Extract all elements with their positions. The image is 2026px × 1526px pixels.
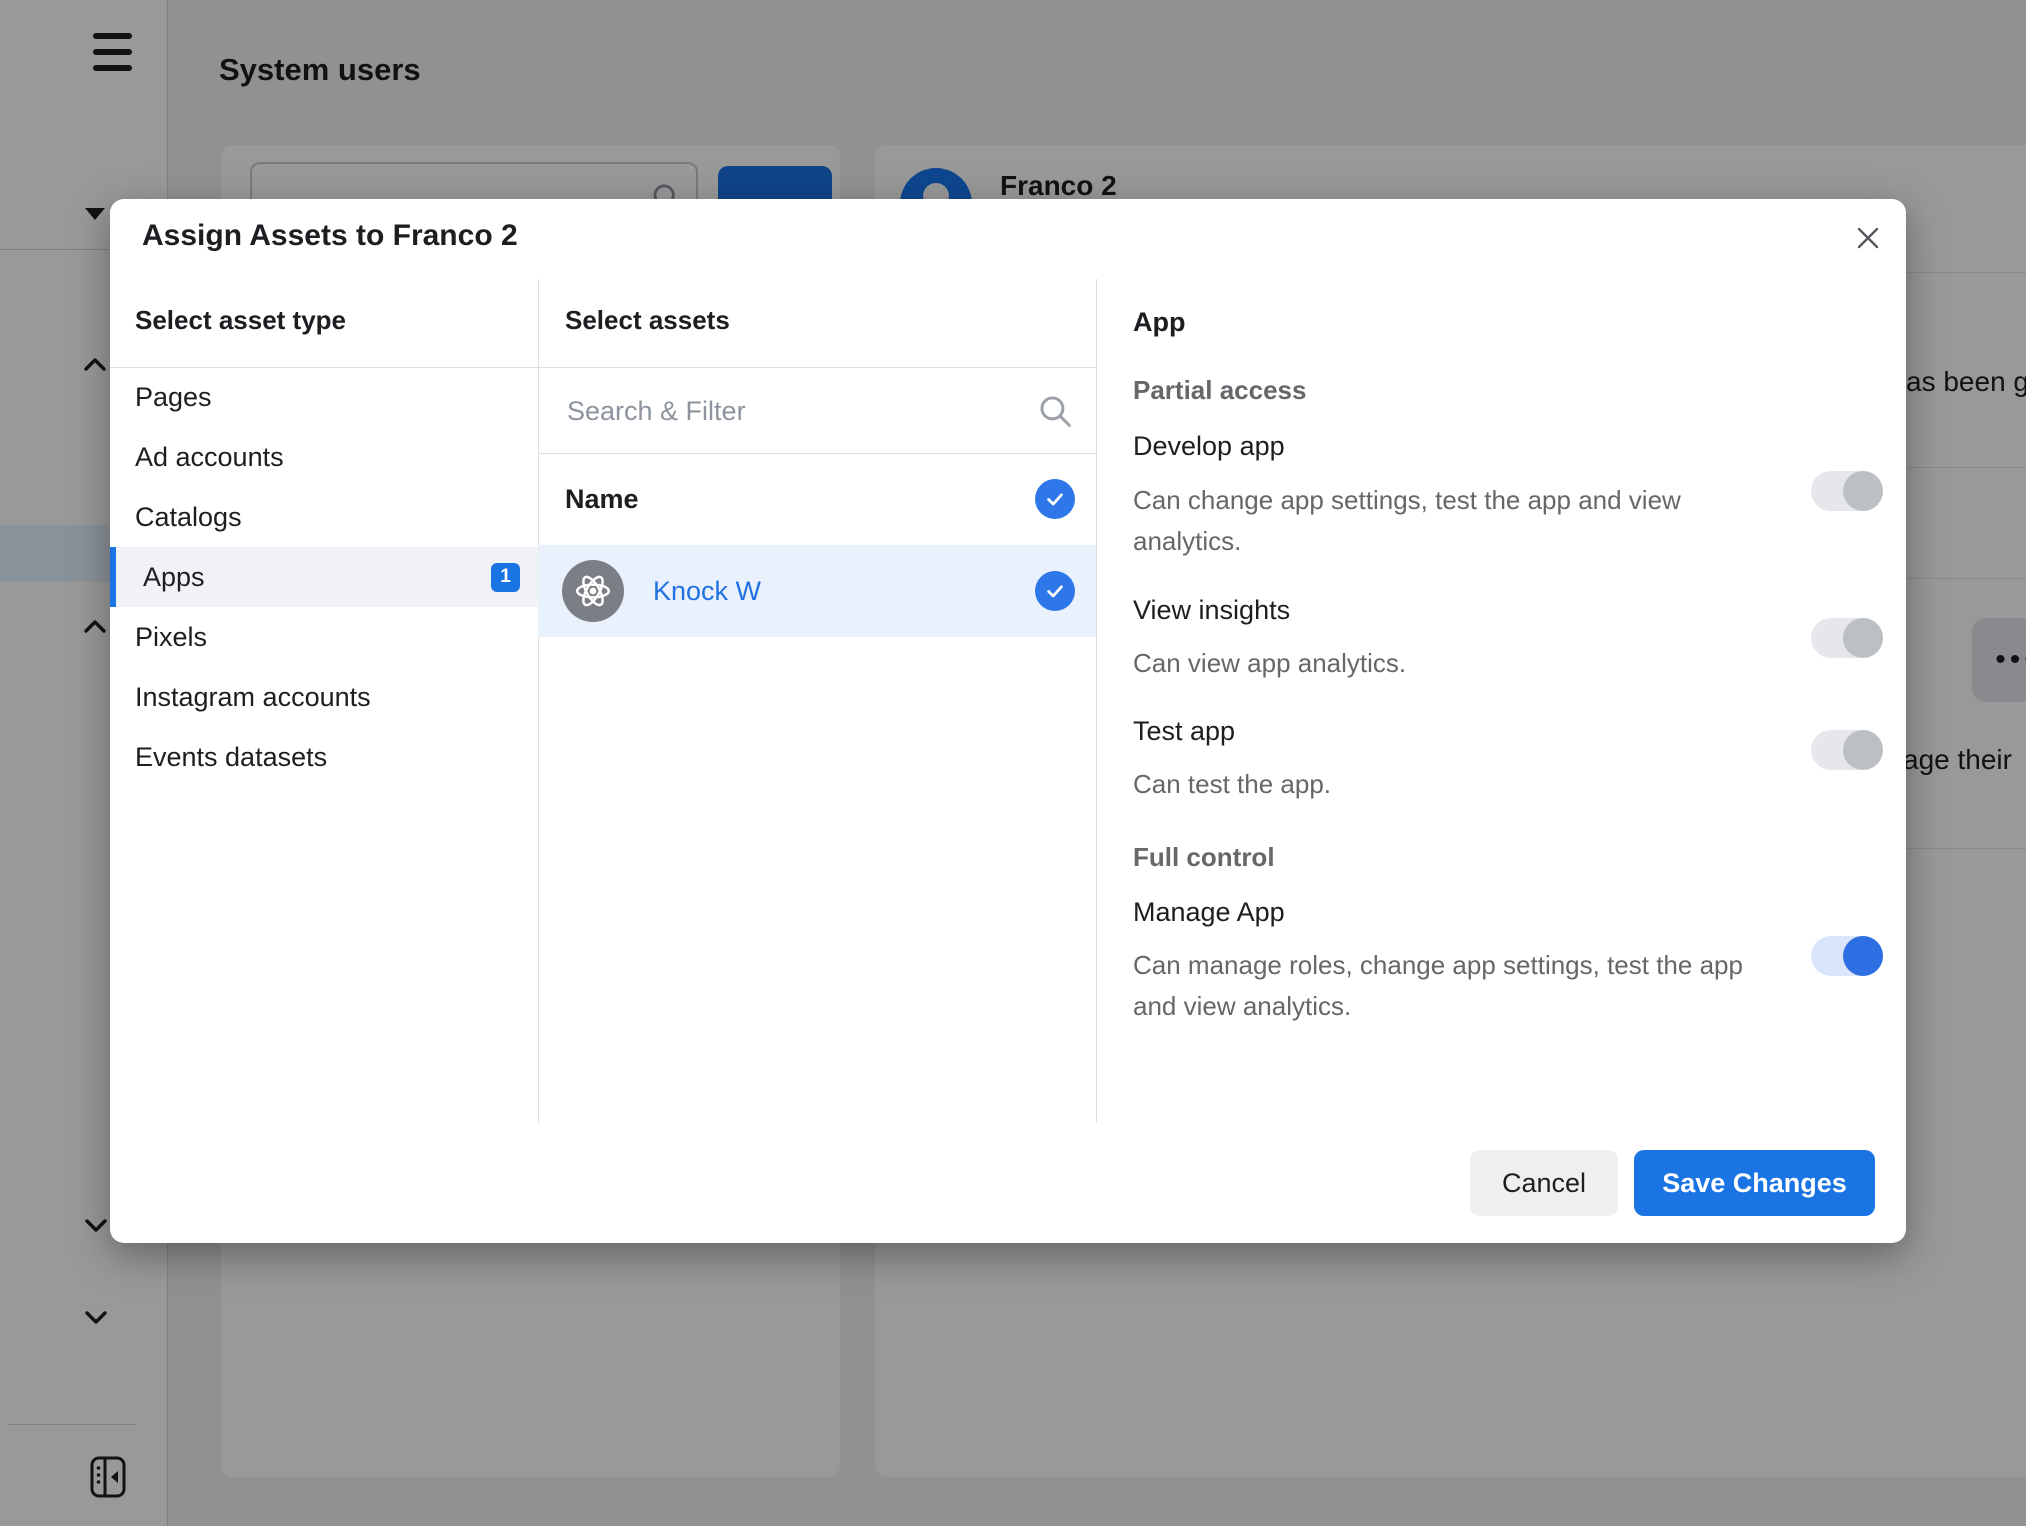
asset-type-apps[interactable]: Apps 1 xyxy=(110,547,538,607)
search-icon xyxy=(1037,393,1074,430)
asset-type-label: Apps xyxy=(143,562,205,593)
save-changes-button[interactable]: Save Changes xyxy=(1634,1150,1875,1216)
asset-row-knock-w[interactable]: Knock W xyxy=(538,545,1096,637)
view-insights-toggle[interactable] xyxy=(1811,618,1883,658)
asset-type-label: Events datasets xyxy=(135,742,327,773)
save-changes-button-label: Save Changes xyxy=(1662,1168,1847,1199)
asset-type-pages[interactable]: Pages xyxy=(110,367,538,427)
permission-description: Can change app settings, test the app an… xyxy=(1133,480,1773,562)
asset-type-label: Instagram accounts xyxy=(135,682,371,713)
permission-label-develop-app: Develop app xyxy=(1133,431,1285,462)
cancel-button-label: Cancel xyxy=(1502,1168,1586,1199)
asset-type-events-datasets[interactable]: Events datasets xyxy=(110,727,538,787)
asset-type-label: Pixels xyxy=(135,622,207,653)
asset-type-label: Ad accounts xyxy=(135,442,284,473)
dialog-title: Assign Assets to Franco 2 xyxy=(142,219,518,253)
permission-description: Can test the app. xyxy=(1133,764,1773,805)
manage-app-toggle[interactable] xyxy=(1811,936,1883,976)
check-icon xyxy=(1044,488,1066,510)
assign-assets-dialog: Assign Assets to Franco 2 Select asset t… xyxy=(110,199,1906,1243)
asset-search-row xyxy=(538,367,1096,453)
asset-name: Knock W xyxy=(653,545,761,637)
search-filter-input[interactable] xyxy=(565,367,1039,455)
cancel-button[interactable]: Cancel xyxy=(1470,1150,1618,1216)
atom-icon xyxy=(573,571,613,611)
permission-description: Can manage roles, change app settings, t… xyxy=(1133,945,1773,1027)
asset-type-header: Select asset type xyxy=(135,305,346,336)
select-all-checkbox[interactable] xyxy=(1035,479,1075,519)
assets-header: Select assets xyxy=(565,305,730,336)
asset-type-label: Pages xyxy=(135,382,212,413)
assets-column-header-row: Name xyxy=(538,453,1096,545)
column-divider xyxy=(1096,279,1097,1123)
permissions-header: App xyxy=(1133,307,1185,338)
asset-type-label: Catalogs xyxy=(135,502,242,533)
name-column-header: Name xyxy=(565,453,639,545)
close-icon xyxy=(1853,223,1883,253)
partial-access-section-title: Partial access xyxy=(1133,375,1306,406)
asset-checkbox[interactable] xyxy=(1035,571,1075,611)
asset-type-ad-accounts[interactable]: Ad accounts xyxy=(110,427,538,487)
asset-type-pixels[interactable]: Pixels xyxy=(110,607,538,667)
check-icon xyxy=(1044,580,1066,602)
test-app-toggle[interactable] xyxy=(1811,730,1883,770)
full-control-section-title: Full control xyxy=(1133,842,1275,873)
permission-label-manage-app: Manage App xyxy=(1133,897,1285,928)
page: System users Franco 2 as been gr ••• age… xyxy=(0,0,2026,1526)
selected-count-badge: 1 xyxy=(491,563,520,592)
permission-description: Can view app analytics. xyxy=(1133,643,1773,684)
permission-label-view-insights: View insights xyxy=(1133,595,1290,626)
asset-type-catalogs[interactable]: Catalogs xyxy=(110,487,538,547)
permission-label-test-app: Test app xyxy=(1133,716,1235,747)
close-button[interactable] xyxy=(1845,215,1891,261)
asset-type-instagram-accounts[interactable]: Instagram accounts xyxy=(110,667,538,727)
develop-app-toggle[interactable] xyxy=(1811,471,1883,511)
app-avatar xyxy=(562,560,624,622)
